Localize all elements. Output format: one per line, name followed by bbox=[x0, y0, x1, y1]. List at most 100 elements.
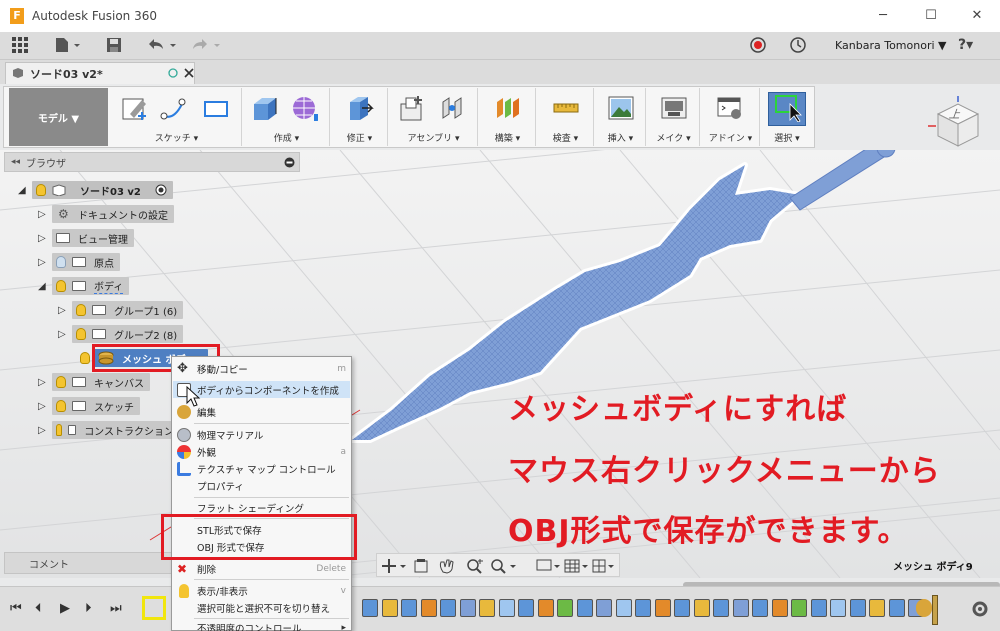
step-forward-icon[interactable]: ⏵ bbox=[85, 601, 92, 616]
record-icon[interactable] bbox=[750, 37, 766, 53]
step-back-icon[interactable]: ⏴ bbox=[35, 601, 42, 616]
offset-plane-icon[interactable] bbox=[494, 94, 522, 122]
select-icon[interactable] bbox=[774, 94, 802, 122]
timeline-feature-item[interactable] bbox=[381, 599, 398, 617]
browser-pin-icon[interactable] bbox=[284, 157, 295, 168]
ribbon-group-insert[interactable]: 挿入 ▾ bbox=[596, 88, 646, 146]
timeline-sketch-feature-highlight[interactable] bbox=[142, 596, 166, 620]
ribbon-group-modify[interactable]: 修正 ▾ bbox=[332, 88, 388, 146]
timeline-feature-item[interactable] bbox=[459, 599, 476, 617]
timeline-feature-item[interactable] bbox=[362, 599, 378, 617]
minimize-button[interactable]: ─ bbox=[868, 4, 898, 28]
help-icon[interactable]: ?▾ bbox=[958, 37, 973, 53]
timeline-feature-item[interactable] bbox=[401, 599, 417, 617]
visibility-bulb-icon[interactable] bbox=[76, 328, 86, 340]
press-pull-icon[interactable] bbox=[346, 94, 374, 122]
menu-item-properties[interactable]: プロパティ bbox=[173, 477, 350, 494]
new-component-icon[interactable] bbox=[398, 94, 426, 122]
tree-row-group-2[interactable]: ▷ グループ2 (8) bbox=[58, 324, 184, 344]
view-cube[interactable]: 上 bbox=[928, 92, 988, 152]
menu-item-show-hide[interactable]: 表示/非表示 v bbox=[173, 582, 350, 599]
collapse-arrows-icon[interactable]: ◂◂ bbox=[11, 157, 20, 167]
maximize-button[interactable]: ☐ bbox=[916, 4, 946, 28]
timeline-feature-item[interactable] bbox=[479, 599, 495, 617]
visibility-bulb-icon[interactable] bbox=[56, 376, 66, 388]
scripts-addins-icon[interactable] bbox=[716, 94, 744, 122]
browser-header[interactable]: ◂◂ ブラウザ bbox=[4, 152, 300, 172]
timeline-feature-item[interactable] bbox=[849, 599, 866, 617]
workspace-switcher-button[interactable]: モデル ▼ bbox=[9, 88, 108, 146]
expand-arrow-icon[interactable]: ▷ bbox=[38, 425, 52, 436]
visibility-bulb-icon[interactable] bbox=[56, 400, 66, 412]
timeline-feature-item[interactable] bbox=[791, 599, 807, 617]
expand-arrow-icon[interactable]: ▷ bbox=[58, 305, 72, 316]
tree-row-document-settings[interactable]: ▷ ⚙ ドキュメントの設定 bbox=[38, 204, 174, 224]
visibility-bulb-icon[interactable] bbox=[36, 184, 46, 196]
go-to-end-icon[interactable]: ⏭ bbox=[110, 601, 122, 616]
expand-arrow-icon[interactable]: ▷ bbox=[38, 209, 52, 220]
insert-canvas-icon[interactable] bbox=[607, 94, 635, 122]
timeline-feature-item[interactable] bbox=[771, 599, 788, 617]
tree-row-sketches[interactable]: ▷ スケッチ bbox=[38, 396, 140, 416]
visibility-bulb-icon[interactable] bbox=[56, 256, 66, 268]
ribbon-group-make[interactable]: メイク ▾ bbox=[648, 88, 700, 146]
active-radio-icon[interactable] bbox=[155, 184, 167, 196]
ribbon-group-construct[interactable]: 構築 ▾ bbox=[480, 88, 536, 146]
collapse-arrow-icon[interactable]: ◢ bbox=[18, 185, 32, 196]
timeline-feature-item[interactable] bbox=[420, 599, 437, 617]
timeline-feature-item[interactable] bbox=[635, 599, 651, 617]
timeline-feature-item[interactable] bbox=[752, 599, 768, 617]
menu-item-move-copy[interactable]: ✥ 移動/コピー m bbox=[173, 360, 350, 377]
job-status-icon[interactable] bbox=[790, 37, 806, 53]
ribbon-group-addins[interactable]: アドイン ▾ bbox=[702, 88, 760, 146]
timeline-feature-item[interactable] bbox=[654, 599, 671, 617]
menu-item-texture-map-controls[interactable]: テクスチャ マップ コントロール bbox=[173, 460, 350, 477]
timeline-feature-item[interactable] bbox=[732, 599, 749, 617]
visibility-bulb-icon[interactable] bbox=[56, 424, 63, 436]
close-button[interactable]: ✕ bbox=[962, 4, 992, 28]
visibility-bulb-icon[interactable] bbox=[56, 280, 66, 292]
expand-arrow-icon[interactable]: ▷ bbox=[38, 377, 52, 388]
expand-arrow-icon[interactable]: ▷ bbox=[38, 401, 52, 412]
timeline-feature-item[interactable] bbox=[498, 599, 515, 617]
save-icon[interactable] bbox=[106, 37, 122, 53]
create-sketch-icon[interactable] bbox=[120, 94, 148, 122]
joint-icon[interactable] bbox=[438, 94, 466, 122]
timeline-feature-item[interactable] bbox=[693, 599, 710, 617]
collapse-arrow-icon[interactable]: ◢ bbox=[38, 281, 52, 292]
go-to-start-icon[interactable]: ⏮ bbox=[10, 601, 22, 616]
menu-item-physical-material[interactable]: 物理マテリアル bbox=[173, 426, 350, 443]
user-account-menu[interactable]: Kanbara Tomonori ▼ bbox=[835, 39, 946, 52]
visibility-bulb-icon[interactable] bbox=[76, 304, 86, 316]
timeline-feature-item[interactable] bbox=[518, 599, 534, 617]
ribbon-group-inspect[interactable]: 検査 ▾ bbox=[538, 88, 594, 146]
timeline-feature-item[interactable] bbox=[440, 599, 456, 617]
expand-arrow-icon[interactable]: ▷ bbox=[58, 329, 72, 340]
timeline-feature-item[interactable] bbox=[596, 599, 612, 617]
menu-item-delete[interactable]: ✖ 削除 Delete bbox=[173, 560, 350, 577]
tree-row-canvases[interactable]: ▷ キャンバス bbox=[38, 372, 150, 392]
tree-row-group-1[interactable]: ▷ グループ1 (6) bbox=[58, 300, 184, 320]
timeline-feature-item[interactable] bbox=[576, 599, 593, 617]
close-tab-icon[interactable] bbox=[184, 68, 194, 78]
menu-item-appearance[interactable]: 外観 a bbox=[173, 443, 350, 460]
timeline-mesh-feature-item[interactable] bbox=[916, 599, 932, 617]
tree-row-named-views[interactable]: ▷ ビュー管理 bbox=[38, 228, 134, 248]
app-grid-icon[interactable] bbox=[12, 37, 28, 53]
3d-print-icon[interactable] bbox=[660, 94, 688, 122]
timeline-feature-item[interactable] bbox=[810, 599, 827, 617]
timeline-feature-item[interactable] bbox=[537, 599, 554, 617]
tree-row-origin[interactable]: ▷ 原点 bbox=[38, 252, 120, 272]
timeline-feature-item[interactable] bbox=[713, 599, 729, 617]
extrude-icon[interactable] bbox=[250, 94, 278, 122]
timeline-feature-item[interactable] bbox=[557, 599, 573, 617]
timeline-feature-item[interactable] bbox=[830, 599, 846, 617]
ribbon-group-create[interactable]: 作成 ▾ bbox=[244, 88, 330, 146]
rectangle-icon[interactable] bbox=[202, 94, 230, 122]
form-icon[interactable] bbox=[290, 94, 318, 122]
ribbon-group-select[interactable]: 選択 ▾ bbox=[762, 88, 812, 146]
timeline-feature-item[interactable] bbox=[615, 599, 632, 617]
tree-row-bodies[interactable]: ◢ ボディ bbox=[38, 276, 130, 296]
timeline-feature-item[interactable] bbox=[674, 599, 690, 617]
expand-arrow-icon[interactable]: ▷ bbox=[38, 257, 52, 268]
